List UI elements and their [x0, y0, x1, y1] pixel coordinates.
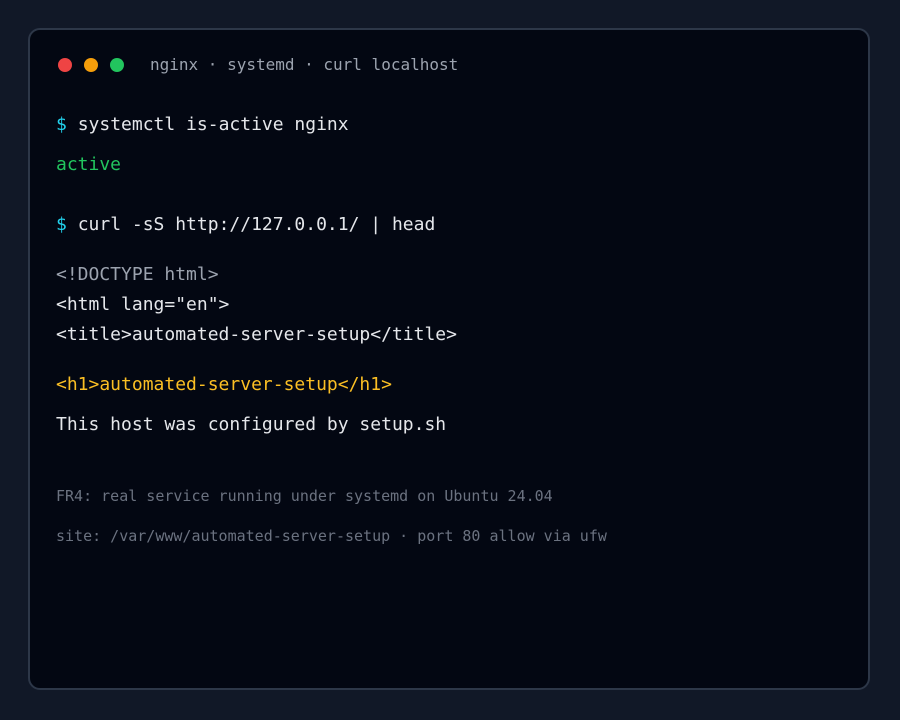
title-bar: nginx · systemd · curl localhost	[30, 30, 868, 102]
close-dot-icon[interactable]	[58, 58, 72, 72]
note-fr4: FR4: real service running under systemd …	[56, 487, 553, 505]
output-html-tag: <html lang="en">	[56, 294, 230, 315]
command-output-status: active	[56, 154, 122, 175]
output-doctype: <!DOCTYPE html>	[56, 264, 219, 285]
maximize-dot-icon[interactable]	[110, 58, 124, 72]
output-title-tag: <title>automated-server-setup</title>	[56, 324, 457, 345]
prompt-symbol: $	[56, 214, 67, 235]
command-text: systemctl is-active nginx	[77, 114, 349, 135]
note-site: site: /var/www/automated-server-setup · …	[56, 527, 607, 545]
output-h1-tag: <h1>automated-server-setup</h1>	[56, 374, 392, 395]
output-body-text: This host was configured by setup.sh	[56, 414, 447, 435]
prompt-symbol: $	[56, 114, 67, 135]
command-line-1: $ systemctl is-active nginx	[56, 114, 349, 136]
command-line-2: $ curl -sS http://127.0.0.1/ | head	[56, 214, 435, 236]
minimize-dot-icon[interactable]	[84, 58, 98, 72]
command-text: curl -sS http://127.0.0.1/ | head	[77, 214, 436, 235]
terminal-window: nginx · systemd · curl localhost $ syste…	[28, 28, 870, 690]
window-title: nginx · systemd · curl localhost	[150, 55, 459, 74]
